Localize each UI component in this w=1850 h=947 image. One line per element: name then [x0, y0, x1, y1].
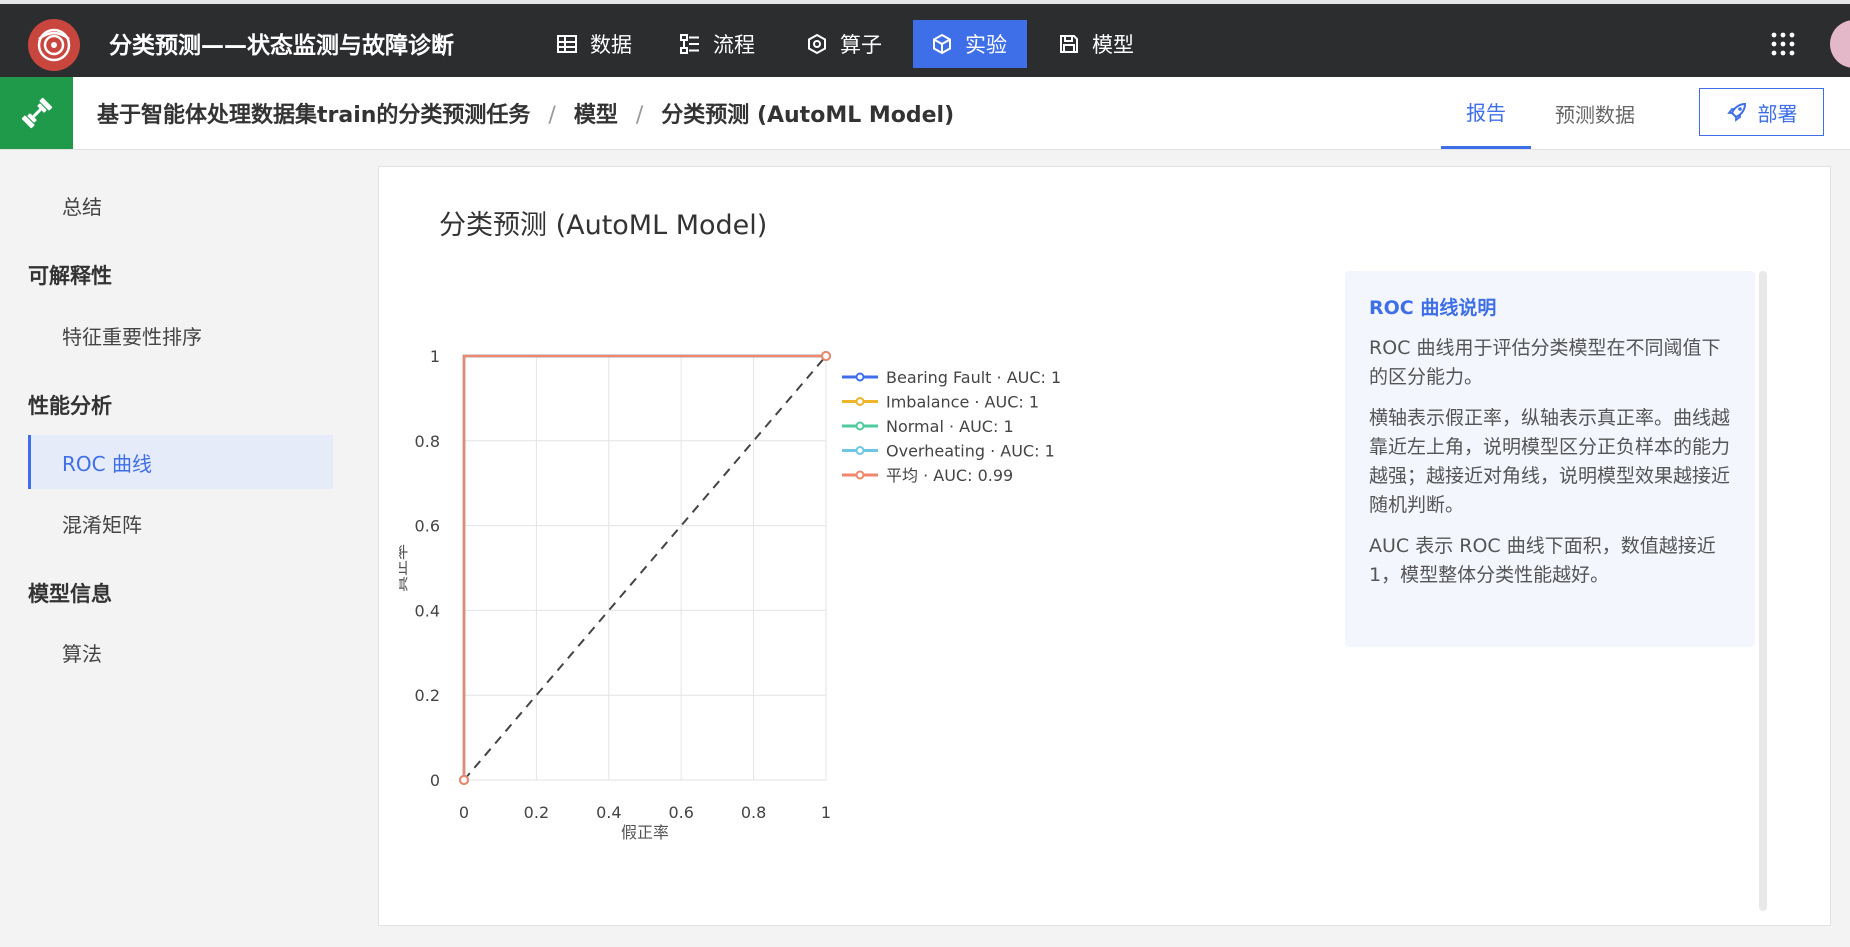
dumbbell-icon	[21, 97, 52, 129]
sidebar-item-label: 总结	[62, 194, 102, 219]
chart-diagonal-reference-line	[463, 355, 827, 781]
breadcrumb-bar: 基于智能体处理数据集train的分类预测任务 / 模型 / 分类预测 (AutoML M…	[0, 77, 1850, 150]
sidebar-item-algorithm[interactable]: 算法	[28, 625, 333, 679]
sidebar-item-label: 混淆矩阵	[62, 512, 142, 537]
logo-icon	[37, 28, 71, 62]
nav-model-label: 模型	[1092, 33, 1134, 57]
legend-label: Imbalance · AUC: 1	[886, 393, 1039, 412]
tab-report-label: 报告	[1466, 101, 1506, 125]
nav-flow[interactable]: 流程	[661, 20, 773, 68]
chart-legend[interactable]: Bearing Fault · AUC: 1 Imbalance · AUC: 1…	[842, 368, 1061, 485]
x-tick-label: 0.8	[741, 803, 766, 822]
roc-explanation-paragraph: ROC 曲线用于评估分类模型在不同阈值下的区分能力。	[1369, 337, 1721, 388]
x-axis-label: 假正率	[621, 823, 669, 842]
sidebar-item-label: 特征重要性排序	[62, 324, 202, 349]
legend-swatch-marker	[855, 470, 865, 480]
legend-label: 平均 · AUC: 0.99	[886, 466, 1013, 485]
sidebar-item-label: 算法	[62, 641, 102, 666]
roc-explanation-panel: ROC 曲线说明 ROC 曲线用于评估分类模型在不同阈值下的区分能力。 横轴表示…	[1345, 271, 1755, 647]
nav-operator-label: 算子	[840, 33, 882, 57]
legend-item[interactable]: Overheating · AUC: 1	[842, 442, 1055, 461]
nav-experiment[interactable]: 实验	[913, 20, 1027, 68]
breadcrumb: 基于智能体处理数据集train的分类预测任务 / 模型 / 分类预测 (AutoML M…	[97, 97, 954, 129]
tab-predict-data[interactable]: 预测数据	[1555, 77, 1635, 149]
nav-data-label: 数据	[590, 33, 632, 57]
table-icon	[557, 35, 577, 53]
sidebar-heading-explainability: 可解释性	[28, 264, 112, 288]
x-tick-label: 0.6	[668, 803, 693, 822]
chart-ticks: 0 0.2 0.4 0.6 0.8 1 0 0.2 0.4 0.6 0.8 1	[415, 347, 832, 822]
cube-icon	[933, 33, 951, 55]
sidebar-item-roc-curve[interactable]: ROC 曲线	[28, 435, 333, 489]
report-card: 分类预测 (AutoML Model) 0 0.2 0.4 0.6 0.8 1 0 0.2 0.…	[378, 166, 1831, 926]
panel-scrollbar[interactable]	[1759, 271, 1767, 911]
y-tick-label: 0.2	[415, 686, 440, 705]
legend-swatch-marker	[855, 397, 865, 406]
breadcrumb-current: 分类预测 (AutoML Model)	[661, 103, 955, 128]
legend-item[interactable]: Normal · AUC: 1	[842, 417, 1014, 436]
y-tick-label: 0	[430, 771, 440, 790]
tab-predict-data-label: 预测数据	[1555, 102, 1635, 127]
rocket-icon	[1726, 102, 1746, 122]
deploy-button[interactable]: 部署	[1699, 88, 1824, 136]
nav-model[interactable]: 模型	[1040, 20, 1152, 68]
legend-swatch-marker	[855, 421, 865, 431]
app-title: 分类预测——状态监测与故障诊断	[109, 33, 454, 59]
legend-item[interactable]: Imbalance · AUC: 1	[842, 393, 1039, 412]
y-tick-label: 0.6	[415, 517, 440, 536]
nav-operator[interactable]: 算子	[788, 20, 900, 68]
x-tick-label: 0.4	[596, 803, 621, 822]
sidebar-heading-model-info: 模型信息	[28, 582, 112, 606]
sidebar-item-feature-importance[interactable]: 特征重要性排序	[28, 308, 333, 362]
roc-explanation-title: ROC 曲线说明	[1369, 297, 1497, 319]
flow-icon	[680, 34, 699, 54]
user-avatar[interactable]	[1830, 20, 1850, 68]
series-point	[821, 351, 831, 361]
nav-experiment-label: 实验	[965, 33, 1007, 57]
y-tick-label: 1	[430, 347, 440, 366]
nav-data[interactable]: 数据	[538, 20, 650, 68]
hexagon-icon	[808, 33, 826, 55]
report-title: 分类预测 (AutoML Model)	[439, 210, 768, 241]
nav-flow-label: 流程	[713, 33, 755, 57]
series-point	[459, 775, 469, 785]
y-tick-label: 0.8	[415, 432, 440, 451]
legend-label: Normal · AUC: 1	[886, 417, 1014, 436]
top-navbar: 分类预测——状态监测与故障诊断 数据 流程 算子 实验 模型	[0, 0, 1850, 77]
breadcrumb-separator: /	[548, 103, 556, 128]
x-tick-label: 0	[459, 803, 469, 822]
x-tick-label: 0.2	[524, 803, 549, 822]
sidebar-item-label: ROC 曲线	[62, 451, 152, 476]
breadcrumb-separator: /	[635, 103, 644, 128]
breadcrumb-task[interactable]: 基于智能体处理数据集train的分类预测任务	[97, 103, 530, 128]
roc-explanation-paragraph: AUC 表示 ROC 曲线下面积，数值越接近 1，模型整体分类性能越好。	[1369, 535, 1716, 586]
sidebar: 总结 可解释性 特征重要性排序 性能分析 ROC 曲线 混淆矩阵 模型信息 算法	[0, 150, 340, 915]
y-tick-label: 0.4	[415, 601, 440, 620]
roc-chart: 0 0.2 0.4 0.6 0.8 1 0 0.2 0.4 0.6 0.8 1 Bearing Fau…	[399, 347, 1061, 842]
sidebar-heading-performance: 性能分析	[28, 394, 112, 418]
tab-report[interactable]: 报告	[1441, 77, 1531, 149]
y-axis-label: 真正率	[399, 544, 410, 592]
roc-explanation-paragraph: 横轴表示假正率，纵轴表示真正率。曲线越靠近左上角，说明模型区分正负样本的能力越强…	[1369, 407, 1731, 516]
legend-item[interactable]: 平均 · AUC: 0.99	[842, 466, 1013, 485]
legend-label: Bearing Fault · AUC: 1	[886, 368, 1061, 387]
app-logo[interactable]	[28, 19, 80, 71]
task-type-badge	[0, 77, 73, 149]
legend-swatch-marker	[855, 372, 865, 382]
legend-label: Overheating · AUC: 1	[886, 442, 1055, 461]
legend-item[interactable]: Bearing Fault · AUC: 1	[842, 368, 1061, 387]
save-icon	[1060, 35, 1078, 53]
sidebar-item-confusion-matrix[interactable]: 混淆矩阵	[28, 496, 333, 550]
breadcrumb-model[interactable]: 模型	[574, 103, 618, 128]
x-tick-label: 1	[821, 803, 831, 822]
sidebar-item-summary[interactable]: 总结	[28, 178, 333, 232]
deploy-button-label: 部署	[1757, 101, 1798, 126]
apps-grid-icon[interactable]	[1770, 31, 1796, 57]
legend-swatch-marker	[855, 446, 865, 455]
